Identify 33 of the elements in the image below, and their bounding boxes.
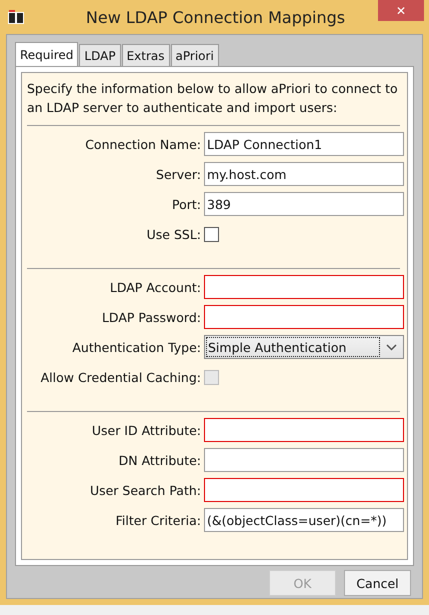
- field-label: LDAP Password:: [100, 310, 201, 324]
- text-field[interactable]: [204, 448, 404, 472]
- field-label: Filter Criteria:: [114, 512, 201, 528]
- cancel-button[interactable]: Cancel: [344, 570, 411, 596]
- chevron-down-icon: [386, 344, 397, 350]
- text-field[interactable]: [204, 478, 404, 502]
- tab[interactable]: LDAP: [79, 44, 121, 66]
- text-field[interactable]: 389: [204, 192, 404, 216]
- close-button[interactable]: ✕: [378, 0, 424, 21]
- app-logo-icon: [8, 10, 24, 24]
- field-label: User ID Attribute:: [90, 422, 201, 438]
- text-field[interactable]: [204, 275, 404, 299]
- field-label: Server:: [155, 166, 201, 182]
- field-label: Allow Credential Caching:: [40, 370, 201, 384]
- field-label: Use SSL:: [146, 226, 201, 242]
- field-label: Connection Name:: [84, 136, 201, 152]
- field-label: User Search Path:: [88, 482, 201, 498]
- text-field[interactable]: my.host.com: [204, 162, 404, 186]
- authentication-dropdown[interactable]: Simple Authentication: [204, 335, 404, 359]
- field-label: DN Attribute:: [118, 452, 201, 468]
- text-field[interactable]: [204, 305, 404, 329]
- checkbox[interactable]: [204, 226, 219, 242]
- field-label: Port:: [171, 196, 201, 212]
- window-title: New LDAP Connection Mappings: [86, 8, 346, 26]
- tab[interactable]: Extras: [122, 44, 170, 66]
- text-field[interactable]: [204, 418, 404, 442]
- text-field[interactable]: LDAP Connection1: [204, 132, 404, 156]
- field-label: Authentication Type:: [71, 340, 201, 354]
- tab[interactable]: Required: [15, 42, 78, 66]
- field-label: LDAP Account:: [108, 280, 201, 294]
- text-field[interactable]: (&(objectClass=user)(cn=*)): [204, 508, 404, 532]
- tab[interactable]: aPriori: [170, 44, 219, 66]
- instructions-text: Specify the information below to allow aPriori to connect to an LDAP server to authenticate and import users:: [27, 80, 399, 117]
